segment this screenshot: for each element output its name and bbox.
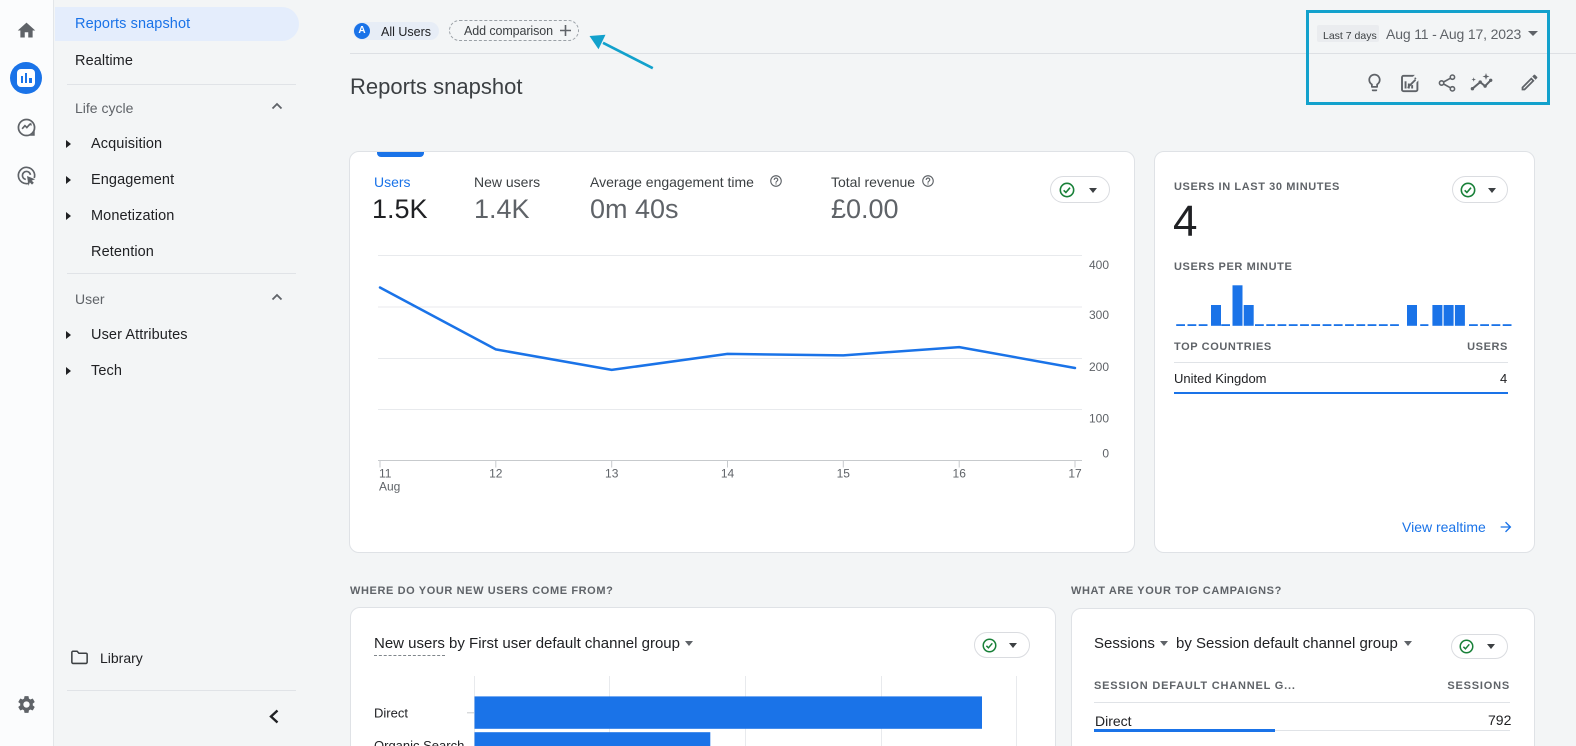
svg-text:200: 200 — [1089, 360, 1109, 374]
svg-text:11: 11 — [379, 467, 392, 481]
svg-text:400: 400 — [1089, 258, 1109, 272]
svg-text:Organic Search: Organic Search — [374, 738, 464, 746]
svg-text:Aug: Aug — [379, 480, 400, 494]
svg-text:12: 12 — [489, 467, 503, 481]
svg-text:100: 100 — [1089, 412, 1109, 426]
svg-text:14: 14 — [721, 467, 735, 481]
svg-text:Direct: Direct — [374, 705, 408, 720]
svg-text:13: 13 — [605, 467, 619, 481]
svg-text:300: 300 — [1089, 308, 1109, 322]
svg-text:16: 16 — [953, 467, 967, 481]
svg-text:17: 17 — [1068, 467, 1082, 481]
svg-text:15: 15 — [837, 467, 851, 481]
svg-text:0: 0 — [1102, 447, 1109, 461]
